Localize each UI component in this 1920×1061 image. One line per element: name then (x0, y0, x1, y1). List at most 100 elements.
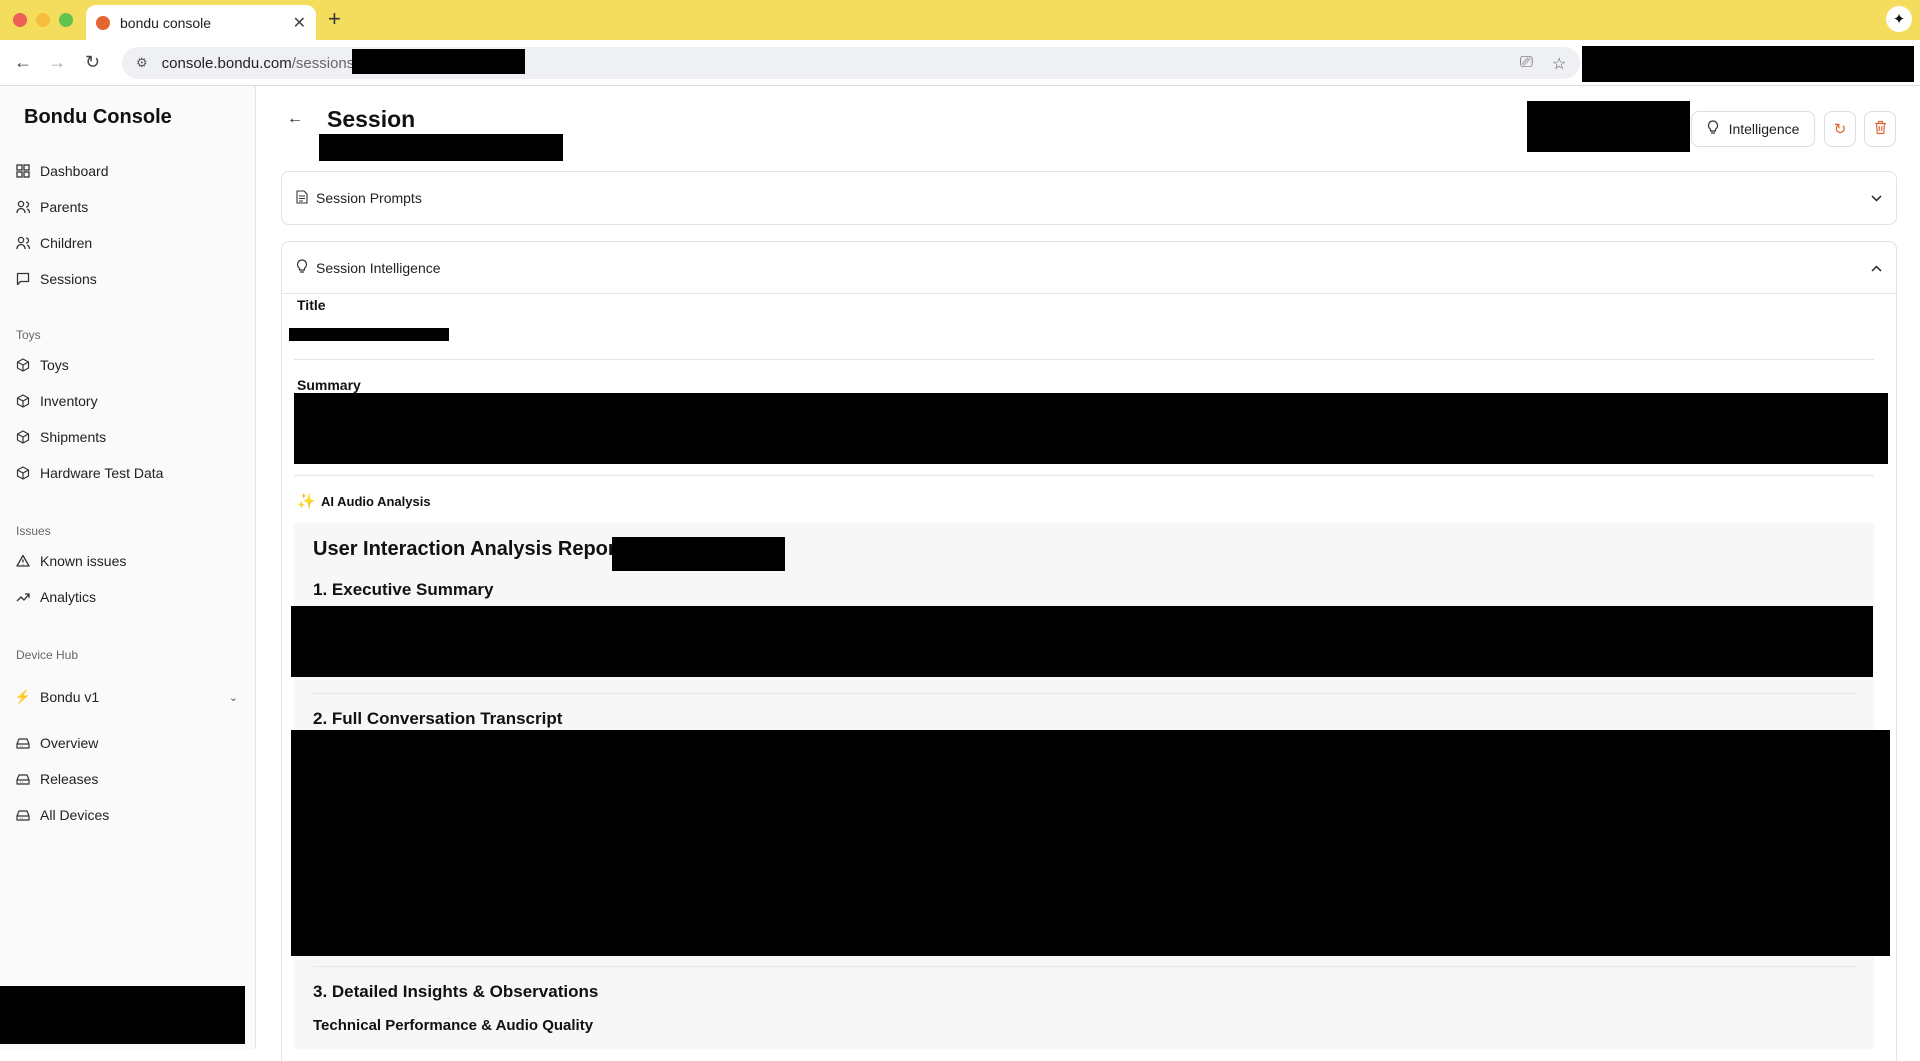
sidebar-item-hardware-test-data[interactable]: Hardware Test Data (16, 461, 163, 485)
hard-drive-icon (16, 772, 30, 786)
back-icon[interactable]: ← (14, 52, 32, 73)
redacted-session-id (319, 134, 563, 161)
favicon-icon (96, 15, 110, 30)
sidebar-item-label: All Devices (40, 807, 110, 823)
package-icon (16, 358, 30, 372)
divider (294, 475, 1874, 476)
close-tab-icon[interactable]: ✕ (293, 13, 306, 33)
close-window-button[interactable] (13, 13, 27, 27)
session-intelligence-label: Session Intelligence (316, 259, 441, 276)
chevron-down-icon: ⌄ (228, 691, 238, 704)
hard-drive-icon (16, 736, 30, 750)
sidebar-item-label: Toys (40, 357, 69, 373)
redacted-user-profile (0, 986, 245, 1044)
divider (313, 966, 1856, 967)
summary-label: Summary (297, 377, 361, 393)
sidebar-item-label: Inventory (40, 393, 98, 409)
sidebar-item-dashboard[interactable]: Dashboard (16, 159, 109, 183)
tab-title: bondu console (120, 14, 212, 31)
bookmark-star-icon[interactable]: ☆ (1552, 54, 1566, 74)
lightbulb-icon (1707, 120, 1719, 138)
trending-up-icon (16, 590, 30, 604)
session-prompts-card[interactable]: Session Prompts (281, 171, 1897, 225)
redacted-header-info (1527, 101, 1690, 152)
executive-summary-heading: 1. Executive Summary (313, 580, 494, 599)
package-icon (16, 466, 30, 480)
package-icon (16, 394, 30, 408)
sidebar-item-shipments[interactable]: Shipments (16, 425, 106, 449)
device-select-label: Bondu v1 (40, 689, 100, 705)
site-settings-icon[interactable]: ⚙ (136, 55, 148, 71)
session-prompts-label: Session Prompts (316, 190, 422, 206)
title-label: Title (297, 297, 326, 313)
redacted-report-subject (612, 537, 785, 571)
sidebar-item-analytics[interactable]: Analytics (16, 585, 96, 609)
sidebar-item-known-issues[interactable]: Known issues (16, 549, 126, 573)
install-app-icon[interactable]: ⎚ (1520, 54, 1533, 72)
intelligence-label: Intelligence (1728, 121, 1800, 137)
intelligence-button[interactable]: Intelligence (1691, 111, 1815, 147)
sidebar-item-label: Sessions (40, 271, 97, 287)
section-label-issues: Issues (16, 524, 51, 538)
new-tab-icon[interactable]: + (328, 6, 341, 32)
sparkles-icon: ✨ (297, 493, 316, 510)
sidebar-item-all-devices[interactable]: All Devices (16, 803, 109, 827)
sidebar-item-overview[interactable]: Overview (16, 731, 98, 755)
users-icon (16, 200, 30, 214)
brand-title: Bondu Console (24, 106, 172, 128)
session-intelligence-header[interactable]: Session Intelligence (282, 242, 1896, 294)
hard-drive-icon (16, 808, 30, 822)
url-host: console.bondu.com (161, 54, 292, 72)
sidebar-item-label: Known issues (40, 553, 127, 569)
redacted-profile-area (1582, 46, 1914, 82)
zap-icon: ⚡ (14, 689, 32, 704)
sidebar-item-label: Parents (40, 199, 89, 215)
url-path: /sessions/ (291, 54, 359, 72)
browser-tab-bar: bondu console ✕ + ✦ (0, 0, 1920, 40)
main-content: ← Session Intelligence ↻ Session Prompts (257, 86, 1920, 1061)
sidebar-item-releases[interactable]: Releases (16, 767, 98, 791)
delete-button[interactable] (1864, 111, 1896, 147)
sidebar-item-children[interactable]: Children (16, 231, 92, 255)
sidebar-item-inventory[interactable]: Inventory (16, 389, 98, 413)
chevron-down-icon[interactable] (1871, 191, 1882, 205)
sidebar-item-label: Overview (40, 735, 99, 751)
users-icon (16, 236, 30, 250)
section-label-toys: Toys (16, 328, 41, 342)
forward-icon[interactable]: → (48, 52, 66, 73)
warning-triangle-icon (16, 554, 30, 568)
chevron-up-icon[interactable] (1871, 261, 1882, 275)
sidebar-item-label: Releases (40, 771, 99, 787)
redacted-summary (294, 393, 1888, 464)
redacted-executive-summary (291, 606, 1873, 677)
sidebar-item-sessions[interactable]: Sessions (16, 267, 97, 291)
ai-audio-analysis-label: AI Audio Analysis (321, 494, 431, 509)
divider (313, 693, 1856, 694)
sidebar-item-toys[interactable]: Toys (16, 353, 69, 377)
dashboard-icon (16, 164, 30, 178)
page-title: Session (327, 106, 416, 132)
transcript-heading: 2. Full Conversation Transcript (313, 709, 563, 728)
sidebar-item-parents[interactable]: Parents (16, 195, 88, 219)
report-title: User Interaction Analysis Report: (313, 538, 630, 560)
trash-icon (1874, 120, 1887, 139)
back-arrow-icon[interactable]: ← (287, 110, 303, 128)
message-square-icon (16, 272, 30, 286)
sidebar-item-label: Children (40, 235, 93, 251)
sidebar: Bondu Console Dashboard Parents Children… (0, 86, 256, 1049)
refresh-icon: ↻ (1833, 121, 1847, 138)
address-bar[interactable]: ⚙ console.bondu.com /sessions/ (122, 47, 1580, 79)
device-select[interactable]: ⚡ Bondu v1 ⌄ (14, 685, 238, 709)
reload-icon[interactable]: ↻ (85, 52, 100, 73)
lightbulb-icon (296, 258, 308, 277)
browser-tab[interactable]: bondu console ✕ (86, 5, 316, 40)
minimize-window-button[interactable] (36, 13, 50, 27)
maximize-window-button[interactable] (59, 13, 73, 27)
sidebar-item-label: Analytics (40, 589, 97, 605)
divider (294, 359, 1874, 360)
redacted-title (289, 328, 449, 341)
browser-toolbar: ← → ↻ ⚙ console.bondu.com /sessions/ ⎚ ☆ (0, 40, 1920, 86)
sidebar-item-label: Shipments (40, 429, 107, 445)
gemini-icon[interactable]: ✦ (1886, 6, 1912, 32)
reprocess-button[interactable]: ↻ (1824, 111, 1856, 147)
